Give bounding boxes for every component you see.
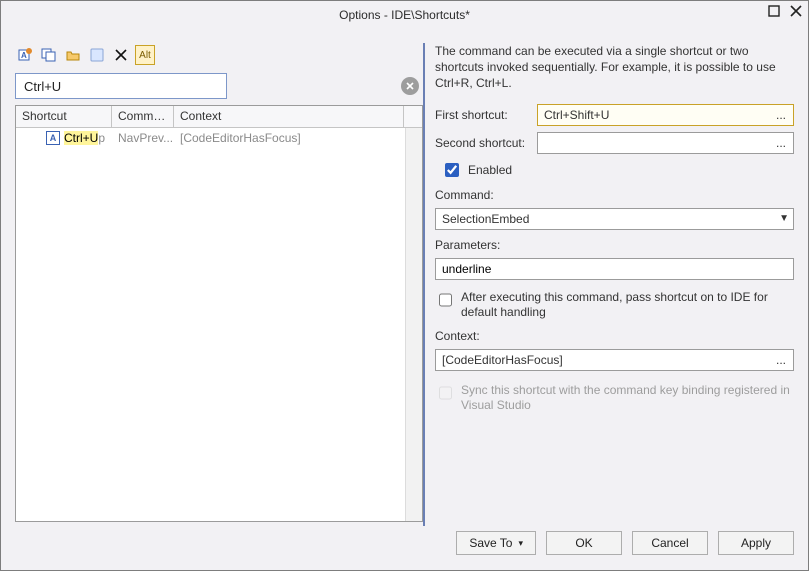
window-title: Options - IDE\Shortcuts* (339, 8, 470, 22)
vertical-scrollbar[interactable] (405, 128, 422, 521)
shortcuts-list-pane: A Alt (15, 43, 423, 526)
context-label: Context: (435, 329, 794, 343)
parameters-input[interactable] (435, 258, 794, 280)
shortcut-rest: p (98, 131, 105, 145)
sync-vs-checkbox (439, 386, 452, 400)
grid-body[interactable]: A Ctrl+Up NavPrev... [CodeEditorHasFocus… (16, 128, 405, 521)
alt-filter-button[interactable]: Alt (135, 45, 155, 65)
second-shortcut-browse[interactable]: ... (771, 136, 791, 150)
description-text: The command can be executed via a single… (435, 43, 794, 92)
first-shortcut-label: First shortcut: (435, 108, 531, 122)
pass-to-ide-label: After executing this command, pass short… (461, 290, 794, 321)
cancel-button[interactable]: Cancel (632, 531, 708, 555)
search-input[interactable] (15, 73, 227, 99)
delete-button[interactable] (111, 45, 131, 65)
titlebar: Options - IDE\Shortcuts* (1, 1, 808, 29)
shortcuts-grid: Shortcut Comma... Context A Ctrl+Up (15, 105, 423, 522)
shortcut-highlight: Ctrl+U (64, 131, 98, 145)
column-header-context[interactable]: Context (174, 106, 404, 127)
second-shortcut-label: Second shortcut: (435, 136, 531, 150)
apply-button[interactable]: Apply (718, 531, 794, 555)
column-header-shortcut[interactable]: Shortcut (16, 106, 112, 127)
chevron-down-icon: ▼ (779, 213, 789, 224)
save-to-button[interactable]: Save To (456, 531, 536, 555)
close-icon[interactable] (790, 5, 802, 17)
enabled-checkbox[interactable] (445, 163, 459, 177)
sync-vs-label: Sync this shortcut with the command key … (461, 383, 794, 414)
svg-text:A: A (21, 51, 27, 60)
clear-search-button[interactable] (401, 77, 419, 95)
second-shortcut-field[interactable]: ... (537, 132, 794, 154)
maximize-icon[interactable] (768, 5, 780, 17)
shortcut-row-icon: A (46, 131, 60, 145)
save-button[interactable] (87, 45, 107, 65)
cell-context: [CodeEditorHasFocus] (174, 131, 405, 145)
first-shortcut-field[interactable]: Ctrl+Shift+U ... (537, 104, 794, 126)
details-pane: The command can be executed via a single… (423, 43, 794, 526)
table-row[interactable]: A Ctrl+Up NavPrev... [CodeEditorHasFocus… (16, 128, 405, 148)
command-label: Command: (435, 188, 794, 202)
enabled-label: Enabled (468, 163, 512, 177)
command-select[interactable]: SelectionEmbed ▼ (435, 208, 794, 230)
dialog-footer: Save To OK Cancel Apply (1, 526, 808, 570)
context-field[interactable]: [CodeEditorHasFocus] ... (435, 349, 794, 371)
column-header-command[interactable]: Comma... (112, 106, 174, 127)
cell-command: NavPrev... (112, 131, 174, 145)
pass-to-ide-checkbox[interactable] (439, 293, 452, 307)
context-browse[interactable]: ... (771, 353, 791, 367)
toolbar: A Alt (15, 43, 423, 73)
folder-open-button[interactable] (63, 45, 83, 65)
first-shortcut-browse[interactable]: ... (771, 108, 791, 122)
options-dialog: Options - IDE\Shortcuts* A (0, 0, 809, 571)
duplicate-shortcut-button[interactable] (39, 45, 59, 65)
parameters-label: Parameters: (435, 238, 794, 252)
new-shortcut-button[interactable]: A (15, 45, 35, 65)
ok-button[interactable]: OK (546, 531, 622, 555)
